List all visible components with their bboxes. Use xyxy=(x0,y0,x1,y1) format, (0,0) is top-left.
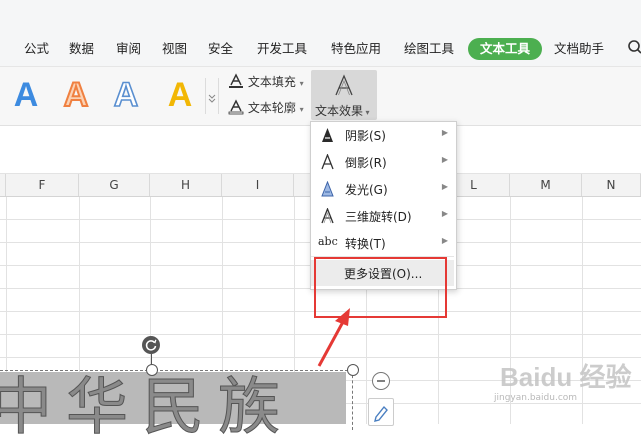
annotation-arrow-icon xyxy=(310,306,360,370)
tab-special[interactable]: 特色应用 xyxy=(331,40,381,58)
submenu-arrow-icon: ▶ xyxy=(442,236,448,245)
tab-developer[interactable]: 开发工具 xyxy=(257,40,307,58)
resize-handle-top[interactable] xyxy=(146,364,158,376)
minus-icon xyxy=(373,373,389,389)
shrink-button[interactable] xyxy=(372,372,390,390)
chevron-down-icon xyxy=(206,78,218,114)
tab-review[interactable]: 审阅 xyxy=(116,40,141,58)
column-header-i[interactable]: I xyxy=(222,174,294,196)
text-fill-icon xyxy=(228,73,244,89)
wordart-style-orange-outline[interactable]: A xyxy=(58,73,94,113)
wordart-style-blue-outline[interactable]: A xyxy=(108,73,144,113)
ribbon-tab-bar: 公式 数据 审阅 视图 安全 开发工具 特色应用 绘图工具 文本工具 文档助手 xyxy=(0,30,641,67)
submenu-arrow-icon: ▶ xyxy=(442,128,448,137)
search-icon[interactable] xyxy=(627,39,641,55)
menu-item-glow[interactable]: 发光(G) ▶ xyxy=(311,176,456,202)
title-bar xyxy=(0,0,641,30)
tab-doc-assistant[interactable]: 文档助手 xyxy=(554,40,604,58)
column-header-f[interactable]: F xyxy=(6,174,79,196)
watermark-url: jingyan.baidu.com xyxy=(494,393,577,403)
submenu-arrow-icon: ▶ xyxy=(442,209,448,218)
textbox-selection-border xyxy=(0,370,353,430)
shadow-a-icon xyxy=(320,127,335,143)
tab-drawing-tools[interactable]: 绘图工具 xyxy=(404,40,454,58)
text-effects-label: 文本效果 ▾ xyxy=(315,102,370,119)
text-outline-button[interactable]: 文本轮廓 ▾ xyxy=(228,99,304,116)
column-header-m[interactable]: M xyxy=(510,174,582,196)
column-header-n[interactable]: N xyxy=(582,174,641,196)
3d-rotation-a-icon xyxy=(320,208,335,224)
text-effects-icon xyxy=(333,74,355,98)
text-outline-label: 文本轮廓 xyxy=(248,101,296,115)
submenu-arrow-icon: ▶ xyxy=(442,155,448,164)
svg-text:A: A xyxy=(64,76,89,113)
tab-data[interactable]: 数据 xyxy=(69,40,94,58)
svg-text:Baidu 经验: Baidu 经验 xyxy=(500,362,631,392)
menu-item-shadow[interactable]: 阴影(S) ▶ xyxy=(311,122,456,148)
shape-style-button[interactable] xyxy=(368,398,394,426)
submenu-arrow-icon: ▶ xyxy=(442,182,448,191)
tab-text-tools[interactable]: 文本工具 xyxy=(468,38,542,60)
svg-text:A: A xyxy=(14,76,39,113)
menu-item-transform[interactable]: abc 转换(T) ▶ xyxy=(311,230,456,256)
dropdown-arrow-icon: ▾ xyxy=(300,79,304,88)
text-outline-icon xyxy=(228,99,244,115)
dropdown-arrow-icon: ▾ xyxy=(300,105,304,114)
pen-icon xyxy=(369,399,393,425)
wordart-style-blue[interactable]: A xyxy=(8,73,44,113)
wordart-style-yellow[interactable]: A xyxy=(162,73,198,113)
menu-item-3d-rotation[interactable]: 三维旋转(D) ▶ xyxy=(311,203,456,229)
column-header-g[interactable]: G xyxy=(79,174,150,196)
rotate-handle[interactable] xyxy=(142,336,160,354)
transform-abc-icon: abc xyxy=(318,235,333,251)
reflection-a-icon xyxy=(320,154,335,170)
rotate-icon xyxy=(142,336,160,354)
text-effects-button[interactable]: 文本效果 ▾ xyxy=(311,70,377,120)
text-fill-label: 文本填充 xyxy=(248,75,296,89)
tab-security[interactable]: 安全 xyxy=(208,40,233,58)
tab-formulas[interactable]: 公式 xyxy=(24,40,49,58)
menu-item-reflection[interactable]: 倒影(R) ▶ xyxy=(311,149,456,175)
svg-text:A: A xyxy=(114,76,139,113)
style-gallery-expand-button[interactable] xyxy=(205,78,219,114)
glow-a-icon xyxy=(320,181,335,197)
tab-view[interactable]: 视图 xyxy=(162,40,187,58)
svg-text:A: A xyxy=(168,76,193,113)
column-header-h[interactable]: H xyxy=(150,174,222,196)
text-fill-button[interactable]: 文本填充 ▾ xyxy=(228,73,304,90)
